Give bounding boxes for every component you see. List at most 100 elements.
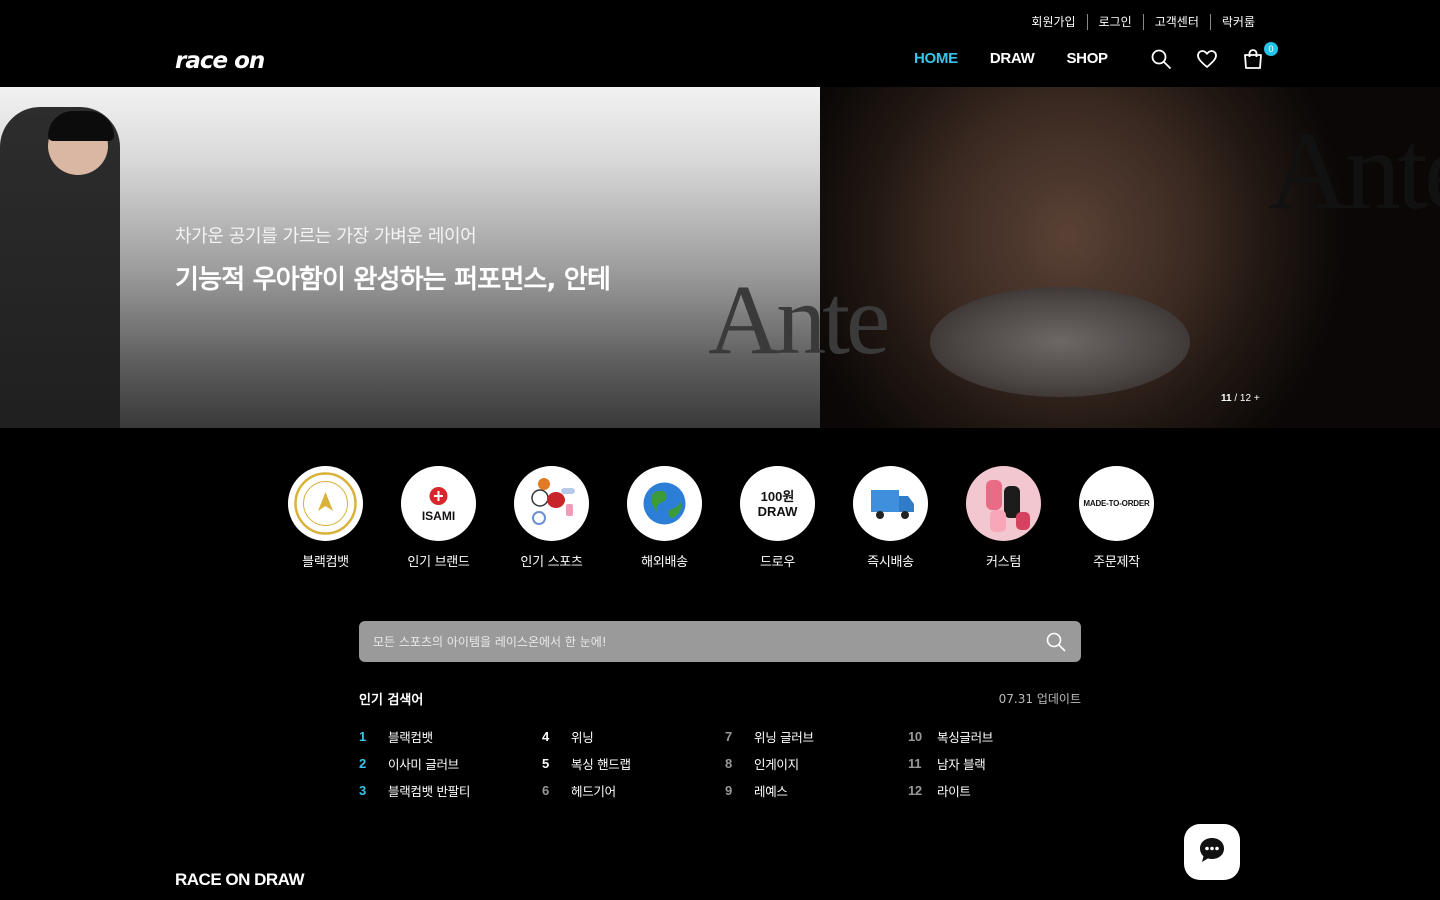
made-to-order-icon: MADE-TO-ORDER — [1079, 466, 1154, 541]
site-logo[interactable]: race on — [175, 48, 265, 74]
popular-search-item[interactable]: 2 이사미 글러브 — [359, 754, 542, 772]
search-term: 블랙컴뱃 — [388, 729, 433, 745]
search-term: 복싱글러브 — [937, 729, 994, 745]
rank-number: 4 — [542, 728, 549, 744]
category-made-to-order[interactable]: MADE-TO-ORDER 주문제작 — [1079, 466, 1154, 570]
search-term: 위닝 — [571, 729, 594, 745]
search-input[interactable] — [373, 621, 1033, 662]
slide-total: / 12 + — [1231, 393, 1260, 404]
nav-home[interactable]: HOME — [914, 50, 958, 67]
globe-icon — [627, 466, 702, 541]
hero-side-model-cap — [48, 111, 114, 141]
popular-search-item[interactable]: 8 인게이지 — [725, 754, 908, 772]
search-term: 라이트 — [937, 783, 971, 799]
search-term: 위닝 글러브 — [754, 729, 814, 745]
search-term: 인게이지 — [754, 756, 799, 772]
category-popular-brand[interactable]: ISAMI 인기 브랜드 — [401, 466, 476, 570]
search-bar — [359, 621, 1081, 662]
search-term: 복싱 핸드랩 — [571, 756, 631, 772]
hero-brand-word-large: Ante — [1268, 109, 1440, 233]
rank-number: 3 — [359, 782, 366, 798]
popular-search-item[interactable]: 9 레예스 — [725, 781, 908, 799]
draw-section-title: RACE ON DRAW — [175, 870, 305, 889]
main-nav: HOME DRAW SHOP — [914, 50, 1108, 67]
category-label: 즉시배송 — [867, 555, 914, 570]
cart-count-badge: 0 — [1264, 42, 1278, 56]
popular-searches-updated: 07.31 업데이트 — [998, 692, 1081, 706]
popular-searches-title: 인기 검색어 — [359, 693, 424, 708]
black-combat-logo-icon — [288, 466, 363, 541]
rank-number: 9 — [725, 782, 732, 798]
popular-search-item[interactable]: 1 블랙컴뱃 — [359, 727, 542, 745]
rank-number: 12 — [908, 782, 922, 798]
isami-logo-icon: ISAMI — [401, 466, 476, 541]
nav-draw[interactable]: DRAW — [990, 50, 1035, 67]
category-custom[interactable]: 커스텀 — [966, 466, 1041, 570]
custom-gloves-icon — [966, 466, 1041, 541]
category-label: 블랙컴뱃 — [302, 555, 349, 570]
category-label: 인기 스포츠 — [520, 555, 583, 570]
search-term: 레예스 — [754, 783, 788, 799]
rank-number: 1 — [359, 728, 366, 744]
category-draw[interactable]: 100원 DRAW 드로우 — [740, 466, 815, 570]
category-label: 커스텀 — [986, 555, 1021, 570]
category-label: 인기 브랜드 — [407, 555, 470, 570]
slide-counter[interactable]: 11 / 12 + — [1221, 393, 1260, 404]
search-term: 헤드기어 — [571, 783, 616, 799]
utility-links: 회원가입 로그인 고객센터 락커룸 — [1020, 13, 1266, 31]
slide-current: 11 — [1221, 393, 1232, 404]
rank-number: 8 — [725, 755, 732, 771]
sports-equipment-icon — [514, 466, 589, 541]
chat-bubble-icon — [1197, 835, 1227, 869]
cart-icon[interactable]: 0 — [1242, 42, 1278, 70]
search-icon[interactable] — [1045, 631, 1067, 653]
draw-word-text: DRAW — [757, 503, 798, 519]
rank-number: 7 — [725, 728, 732, 744]
hero-banner[interactable]: Ante Ante 차가운 공기를 가르는 가장 가벼운 레이어 기능적 우아함… — [0, 87, 1440, 428]
hero-brand-word-small: Ante — [708, 264, 890, 375]
locker-room-link[interactable]: 락커룸 — [1211, 13, 1266, 31]
category-overseas-shipping[interactable]: 해외배송 — [627, 466, 702, 570]
rank-number: 6 — [542, 782, 549, 798]
category-popular-sports[interactable]: 인기 스포츠 — [514, 466, 589, 570]
category-instant-delivery[interactable]: 즉시배송 — [853, 466, 928, 570]
made-to-order-text: MADE-TO-ORDER — [1083, 499, 1150, 508]
rank-number: 5 — [542, 755, 549, 771]
search-term: 남자 블랙 — [937, 756, 986, 772]
customer-center-link[interactable]: 고객센터 — [1144, 13, 1210, 31]
site-header: 회원가입 로그인 고객센터 락커룸 race on HOME DRAW SHOP… — [0, 0, 1440, 87]
search-term: 블랙컴뱃 반팔티 — [388, 783, 471, 799]
nav-shop[interactable]: SHOP — [1066, 50, 1108, 67]
popular-search-item[interactable]: 6 헤드기어 — [542, 781, 725, 799]
popular-search-item[interactable]: 5 복싱 핸드랩 — [542, 754, 725, 772]
popular-search-item[interactable]: 7 위닝 글러브 — [725, 727, 908, 745]
category-label: 드로우 — [760, 555, 795, 570]
category-label: 주문제작 — [1093, 555, 1140, 570]
heart-icon[interactable] — [1196, 48, 1218, 70]
category-label: 해외배송 — [641, 555, 688, 570]
category-shortcuts: 블랙컴뱃 ISAMI 인기 브랜드 인기 스포츠 해외배송 100원 DRAW … — [288, 466, 1154, 570]
login-link[interactable]: 로그인 — [1088, 13, 1143, 31]
popular-search-item[interactable]: 3 블랙컴뱃 반팔티 — [359, 781, 542, 799]
chat-button[interactable] — [1184, 824, 1240, 880]
draw-price-text: 100원 — [760, 488, 795, 504]
draw-icon: 100원 DRAW — [740, 466, 815, 541]
search-icon[interactable] — [1150, 48, 1172, 70]
hero-model-detail — [930, 287, 1190, 397]
header-icons: 0 — [1150, 42, 1278, 70]
popular-search-item[interactable]: 4 위닝 — [542, 727, 725, 745]
rank-number: 2 — [359, 755, 366, 771]
category-black-combat[interactable]: 블랙컴뱃 — [288, 466, 363, 570]
rank-number: 10 — [908, 728, 922, 744]
signup-link[interactable]: 회원가입 — [1020, 13, 1086, 31]
truck-icon — [853, 466, 928, 541]
draw-icon-text: 100원 DRAW — [758, 489, 798, 519]
search-term: 이사미 글러브 — [388, 756, 459, 772]
hero-title: 기능적 우아함이 완성하는 퍼포먼스, 안테 — [175, 265, 611, 295]
popular-search-item[interactable]: 11 남자 블랙 — [908, 754, 1091, 772]
rank-number: 11 — [908, 755, 922, 771]
popular-search-item[interactable]: 12 라이트 — [908, 781, 1091, 799]
isami-text: ISAMI — [421, 509, 456, 523]
popular-search-item[interactable]: 10 복싱글러브 — [908, 727, 1091, 745]
hero-subtitle: 차가운 공기를 가르는 가장 가벼운 레이어 — [175, 226, 477, 247]
